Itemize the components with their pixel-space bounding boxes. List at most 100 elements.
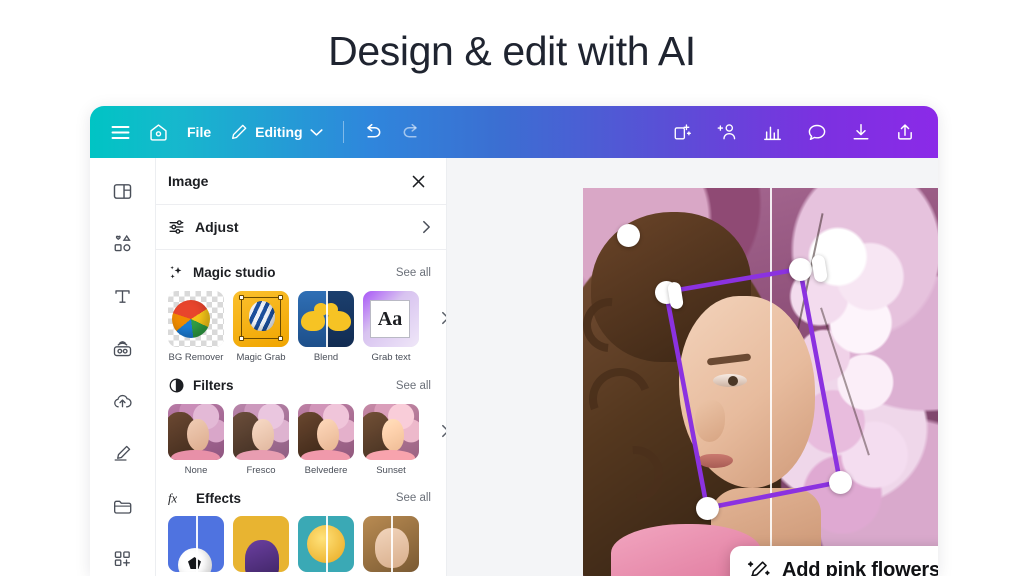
- magic-studio-see-all[interactable]: See all: [396, 267, 431, 279]
- download-button[interactable]: [842, 115, 880, 149]
- magic-studio-thumb-row: BG Remover Magic Grab Blend Aa Grab text: [156, 289, 446, 363]
- layout-panel-icon: [112, 181, 133, 202]
- download-icon: [851, 122, 871, 142]
- before-after-divider[interactable]: [770, 188, 772, 576]
- sidebar-item-elements[interactable]: [101, 227, 145, 262]
- adjust-label: Adjust: [195, 219, 239, 235]
- analytics-icon: [763, 123, 783, 142]
- magic-studio-header: Magic studio See all: [156, 250, 446, 289]
- filter-item-label: Sunset: [376, 465, 406, 476]
- magic-studio-item-label: Magic Grab: [236, 352, 286, 363]
- sidebar-item-uploads[interactable]: [101, 384, 145, 419]
- effect-item-4[interactable]: [363, 516, 419, 572]
- thumbnail-grab-text: Aa: [363, 291, 419, 347]
- filter-item-label: Belvedere: [304, 465, 348, 476]
- file-menu-label: File: [187, 124, 212, 140]
- shapes-icon: [112, 233, 133, 254]
- filter-item-label: None: [184, 465, 208, 476]
- hamburger-menu-button[interactable]: [102, 115, 139, 149]
- share-button[interactable]: [886, 115, 924, 149]
- home-icon: [148, 122, 169, 143]
- filter-item-sunset[interactable]: Sunset: [363, 404, 419, 476]
- file-menu-button[interactable]: File: [178, 115, 220, 149]
- analytics-button[interactable]: [754, 115, 792, 149]
- sidebar-item-apps[interactable]: [101, 542, 145, 576]
- magic-switch-button[interactable]: [664, 115, 702, 149]
- duck-left-graphic: [301, 303, 328, 331]
- undo-icon: [363, 123, 383, 141]
- app-window: File Editing Image Adjust Magic studio S…: [90, 106, 938, 576]
- redo-button[interactable]: [392, 115, 430, 149]
- thumbnail-filter-sunset: [363, 404, 419, 460]
- filter-item-fresco[interactable]: Fresco: [233, 404, 289, 476]
- thumbnail-effect-portrait-yellow: [233, 516, 289, 572]
- chevron-down-icon: [309, 128, 323, 137]
- effect-item-3[interactable]: [298, 516, 354, 572]
- magic-studio-item-magic-grab[interactable]: Magic Grab: [233, 291, 289, 363]
- thumbnail-effect-portrait-brown: [363, 516, 419, 572]
- comment-icon: [807, 123, 827, 142]
- redo-icon: [401, 123, 421, 141]
- adjust-row[interactable]: Adjust: [156, 205, 446, 250]
- undo-button[interactable]: [354, 115, 392, 149]
- effects-see-all[interactable]: See all: [396, 492, 431, 504]
- magic-studio-item-blend[interactable]: Blend: [298, 291, 354, 363]
- panel-title: Image: [168, 173, 209, 189]
- comment-button[interactable]: [798, 115, 836, 149]
- handle-bottom-left[interactable]: [695, 496, 719, 520]
- thumbnail-bg-remover: [168, 291, 224, 347]
- text-t-icon: [112, 286, 133, 307]
- editing-mode-label: Editing: [255, 124, 303, 140]
- brand-kit-icon: [112, 338, 133, 359]
- effects-label: Effects: [196, 490, 242, 506]
- sidebar-item-design[interactable]: [101, 174, 145, 209]
- ai-prompt-chip[interactable]: Add pink flowers: [730, 546, 938, 576]
- thumbnail-filter-belvedere: [298, 404, 354, 460]
- effect-item-1[interactable]: [168, 516, 224, 572]
- add-collaborator-button[interactable]: [708, 115, 748, 149]
- sidebar-item-draw[interactable]: [101, 437, 145, 472]
- magic-studio-item-grab-text[interactable]: Aa Grab text: [363, 291, 419, 363]
- draw-pen-icon: [112, 443, 133, 464]
- filters-thumb-row: None Fresco Belvedere Sunset: [156, 402, 446, 476]
- editor-canvas[interactable]: Add pink flowers: [447, 158, 938, 576]
- thumbnail-blend: [298, 291, 354, 347]
- portrait-preview: [298, 404, 354, 460]
- split-divider-line: [326, 291, 328, 347]
- handle-bottom-right[interactable]: [828, 470, 852, 494]
- home-button[interactable]: [139, 115, 178, 149]
- magic-studio-item-label: BG Remover: [168, 352, 224, 363]
- editing-mode-button[interactable]: Editing: [220, 115, 332, 149]
- filter-item-belvedere[interactable]: Belvedere: [298, 404, 354, 476]
- handle-top-right[interactable]: [788, 257, 812, 281]
- left-icon-rail: [90, 158, 156, 576]
- sidebar-item-projects[interactable]: [101, 489, 145, 524]
- pupil-graphic: [728, 376, 738, 386]
- beach-ball-graphic: [172, 300, 210, 338]
- screenshot-root: Design & edit with AI File Editing Image…: [0, 0, 1024, 576]
- selection-frame-graphic: [239, 295, 283, 341]
- add-collaborator-icon: [717, 122, 739, 142]
- magic-studio-item-bg-remover[interactable]: BG Remover: [168, 291, 224, 363]
- portrait-preview: [363, 404, 419, 460]
- effect-item-2[interactable]: [233, 516, 289, 572]
- thumbnail-filter-none: [168, 404, 224, 460]
- filters-label: Filters: [193, 378, 234, 393]
- magic-studio-item-label: Blend: [313, 352, 339, 363]
- thumbnail-filter-fresco: [233, 404, 289, 460]
- magic-switch-icon: [673, 122, 693, 142]
- chevron-right-icon: [422, 220, 431, 234]
- filters-see-all[interactable]: See all: [396, 380, 431, 392]
- close-icon: [411, 174, 426, 189]
- sidebar-item-brand[interactable]: [101, 332, 145, 367]
- canvas-image[interactable]: [583, 188, 938, 576]
- close-panel-button[interactable]: [405, 168, 431, 194]
- panel-header: Image: [156, 158, 446, 205]
- duck-right-graphic: [327, 311, 351, 331]
- image-panel: Image Adjust Magic studio See all BG Rem…: [156, 158, 447, 576]
- toolbar-right-group: [664, 115, 938, 149]
- handle-image-edge-left[interactable]: [617, 224, 640, 247]
- filter-item-label: Fresco: [246, 465, 276, 476]
- filter-item-none[interactable]: None: [168, 404, 224, 476]
- sidebar-item-text[interactable]: [101, 279, 145, 314]
